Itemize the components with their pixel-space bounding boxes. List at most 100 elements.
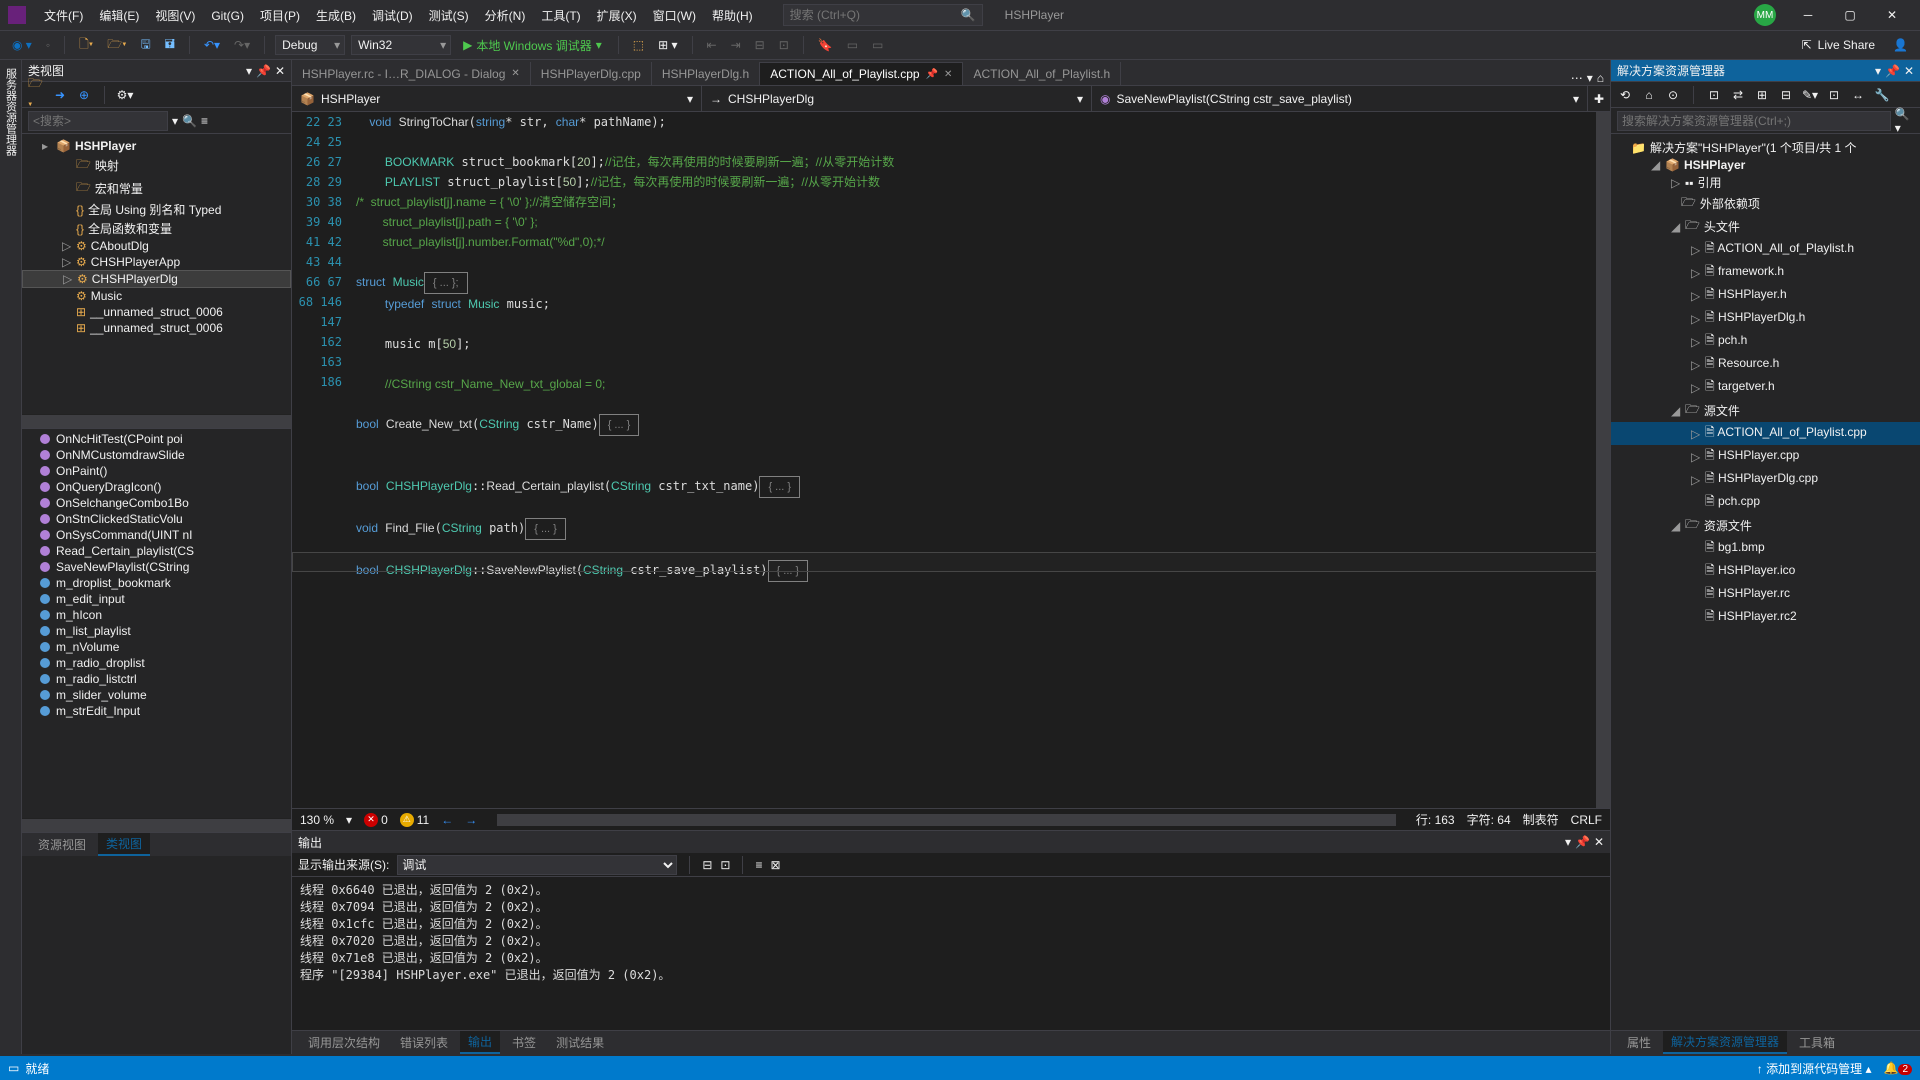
config-dropdown[interactable]: Debug <box>275 35 345 55</box>
open-icon[interactable]: 🗁▾ <box>103 33 130 58</box>
menu-item[interactable]: 视图(V) <box>147 5 203 27</box>
search-icon[interactable]: 🔍 <box>182 114 197 128</box>
left-rail-tab[interactable]: 服务器资源管理器 <box>0 60 22 1054</box>
menu-item[interactable]: 工具(T) <box>533 5 588 27</box>
split-icon[interactable]: ✚ <box>1588 92 1610 106</box>
platform-dropdown[interactable]: Win32 <box>351 35 451 55</box>
tool-icon[interactable]: ⇄ <box>1730 87 1746 103</box>
tree-item[interactable]: {} 全局函数和变量 <box>22 219 291 238</box>
live-share-button[interactable]: ⇱ Live Share <box>1802 38 1875 52</box>
member-item[interactable]: SaveNewPlaylist(CString <box>22 559 291 575</box>
dropdown-icon[interactable]: ▾ <box>1875 64 1881 78</box>
member-item[interactable]: OnQueryDragIcon() <box>22 479 291 495</box>
tool-icon[interactable]: ⊟ <box>1778 87 1794 103</box>
file-tab[interactable]: HSHPlayer.rc - I…R_DIALOG - Dialog ✕ <box>292 62 531 85</box>
tree-item[interactable]: ▷ ⚙ CHSHPlayerDlg <box>22 270 291 288</box>
tool-icon[interactable]: ⊡ <box>1706 87 1722 103</box>
tab-test-results[interactable]: 测试结果 <box>548 1032 612 1053</box>
tabs-dropdown-icon[interactable]: ▾ <box>1587 71 1593 85</box>
member-item[interactable]: m_slider_volume <box>22 687 291 703</box>
tab-solution-explorer[interactable]: 解决方案资源管理器 <box>1663 1031 1787 1054</box>
home-icon[interactable]: ⌂ <box>1641 87 1657 103</box>
scrollbar-h[interactable] <box>497 814 1396 826</box>
member-item[interactable]: m_edit_input <box>22 591 291 607</box>
file-item[interactable]: 🗎 HSHPlayer.rc2 <box>1611 606 1920 629</box>
class-tree[interactable]: ▸📦 HSHPlayer 🗁 映射 🗁 宏和常量 {} 全局 Using 别名和… <box>22 134 291 414</box>
menu-item[interactable]: 调试(D) <box>364 5 421 27</box>
scrollbar-v[interactable] <box>1596 112 1610 808</box>
tree-root[interactable]: ▸📦 HSHPlayer <box>22 138 291 154</box>
tool-icon[interactable]: ⬚ <box>629 36 648 54</box>
file-item[interactable]: ▷🗎 HSHPlayerDlg.cpp <box>1611 468 1920 491</box>
tab-output[interactable]: 输出 <box>460 1031 500 1054</box>
dropdown-icon[interactable]: ▾ <box>172 114 178 128</box>
tool-icon[interactable]: ⊞ <box>1754 87 1770 103</box>
tree-item[interactable]: ⚙ Music <box>22 288 291 304</box>
source-control-button[interactable]: ↑ 添加到源代码管理 ▴ <box>1757 1060 1872 1077</box>
member-item[interactable]: m_list_playlist <box>22 623 291 639</box>
menu-item[interactable]: 生成(B) <box>308 5 364 27</box>
notifications-button[interactable]: 🔔2 <box>1883 1061 1912 1075</box>
menu-item[interactable]: 分析(N) <box>477 5 534 27</box>
close-icon[interactable]: ✕ <box>1904 64 1914 78</box>
menu-item[interactable]: 文件(F) <box>36 5 91 27</box>
file-item[interactable]: ▷🗎 ACTION_All_of_Playlist.cpp <box>1611 422 1920 445</box>
clear-icon[interactable]: ≡ <box>201 114 208 128</box>
member-item[interactable]: OnSysCommand(UINT nI <box>22 527 291 543</box>
scrollbar-h[interactable] <box>22 414 291 428</box>
output-tool-icon[interactable]: ⊠ <box>770 858 780 872</box>
menu-item[interactable]: 扩展(X) <box>589 5 645 27</box>
tree-item[interactable]: 🗁 映射 <box>22 154 291 177</box>
external-node[interactable]: 🗁 外部依赖项 <box>1611 192 1920 215</box>
nav-method[interactable]: ◉ SaveNewPlaylist(CString cstr_save_play… <box>1092 86 1588 111</box>
menu-item[interactable]: 编辑(E) <box>91 5 147 27</box>
tabs-home-icon[interactable]: ⌂ <box>1597 71 1604 85</box>
member-item[interactable]: Read_Certain_playlist(CS <box>22 543 291 559</box>
maximize-button[interactable]: ▢ <box>1830 1 1870 29</box>
solution-root[interactable]: 📁 解决方案"HSHPlayer"(1 个项目/共 1 个 <box>1611 138 1920 157</box>
menu-item[interactable]: 窗口(W) <box>645 5 704 27</box>
sync-icon[interactable]: ⊙ <box>1665 87 1681 103</box>
tool-icon[interactable]: ⊡ <box>1826 87 1842 103</box>
file-tab[interactable]: HSHPlayerDlg.h <box>652 62 760 85</box>
tool-icon[interactable]: ↔ <box>1850 87 1866 103</box>
tool-icon2[interactable]: ⊞ ▾ <box>654 36 681 54</box>
settings-icon[interactable]: ⚙▾ <box>117 87 133 103</box>
file-tab[interactable]: ACTION_All_of_Playlist.cpp 📌 ✕ <box>760 62 963 85</box>
file-item[interactable]: 🗎 HSHPlayer.rc <box>1611 583 1920 606</box>
bookmark-icon[interactable]: 🔖 <box>814 36 837 54</box>
output-tool-icon[interactable]: ⊟ <box>702 858 712 872</box>
member-item[interactable]: OnSelchangeCombo1Bo <box>22 495 291 511</box>
output-tool-icon[interactable]: ≡ <box>755 858 762 872</box>
tabs-more-icon[interactable]: ⋯ <box>1571 71 1583 85</box>
tab-bookmarks[interactable]: 书签 <box>504 1032 544 1053</box>
dropdown-icon[interactable]: ▾ <box>1565 835 1571 849</box>
indent-mode[interactable]: 制表符 <box>1523 811 1559 828</box>
indent-out-icon[interactable]: ⇤ <box>703 36 721 54</box>
comment-icon[interactable]: ⊟ <box>751 36 769 54</box>
headers-folder[interactable]: ◢🗁 头文件 <box>1611 215 1920 238</box>
redo-icon[interactable]: ↷▾ <box>230 36 254 54</box>
tab-toolbox[interactable]: 工具箱 <box>1791 1032 1843 1053</box>
file-item[interactable]: ▷🗎 HSHPlayer.cpp <box>1611 445 1920 468</box>
errors-badge[interactable]: ✕0 <box>364 813 388 827</box>
nav-fwd-icon[interactable]: ◦ <box>42 36 54 54</box>
menu-item[interactable]: Git(G) <box>203 5 252 27</box>
save-all-icon[interactable]: 🖬 <box>161 33 179 58</box>
member-item[interactable]: m_strEdit_Input <box>22 703 291 719</box>
tab-class-view[interactable]: 类视图 <box>98 833 150 856</box>
file-item[interactable]: ▷🗎 ACTION_All_of_Playlist.h <box>1611 238 1920 261</box>
tool-icon[interactable]: ✎▾ <box>1802 87 1818 103</box>
tree-item[interactable]: ▷ ⚙ CHSHPlayerApp <box>22 254 291 270</box>
menu-item[interactable]: 测试(S) <box>421 5 477 27</box>
nav-next-icon[interactable]: → <box>465 813 477 827</box>
file-tab[interactable]: ACTION_All_of_Playlist.h <box>963 62 1121 85</box>
nav-back-icon[interactable]: ◉ ▾ <box>8 36 36 54</box>
file-item[interactable]: 🗎 HSHPlayer.ico <box>1611 560 1920 583</box>
eol-mode[interactable]: CRLF <box>1571 813 1602 827</box>
scrollbar-h[interactable] <box>22 818 291 832</box>
member-item[interactable]: OnNMCustomdrawSlide <box>22 447 291 463</box>
member-item[interactable]: m_droplist_bookmark <box>22 575 291 591</box>
tab-call-hierarchy[interactable]: 调用层次结构 <box>300 1032 388 1053</box>
user-avatar[interactable]: MM <box>1754 4 1776 26</box>
